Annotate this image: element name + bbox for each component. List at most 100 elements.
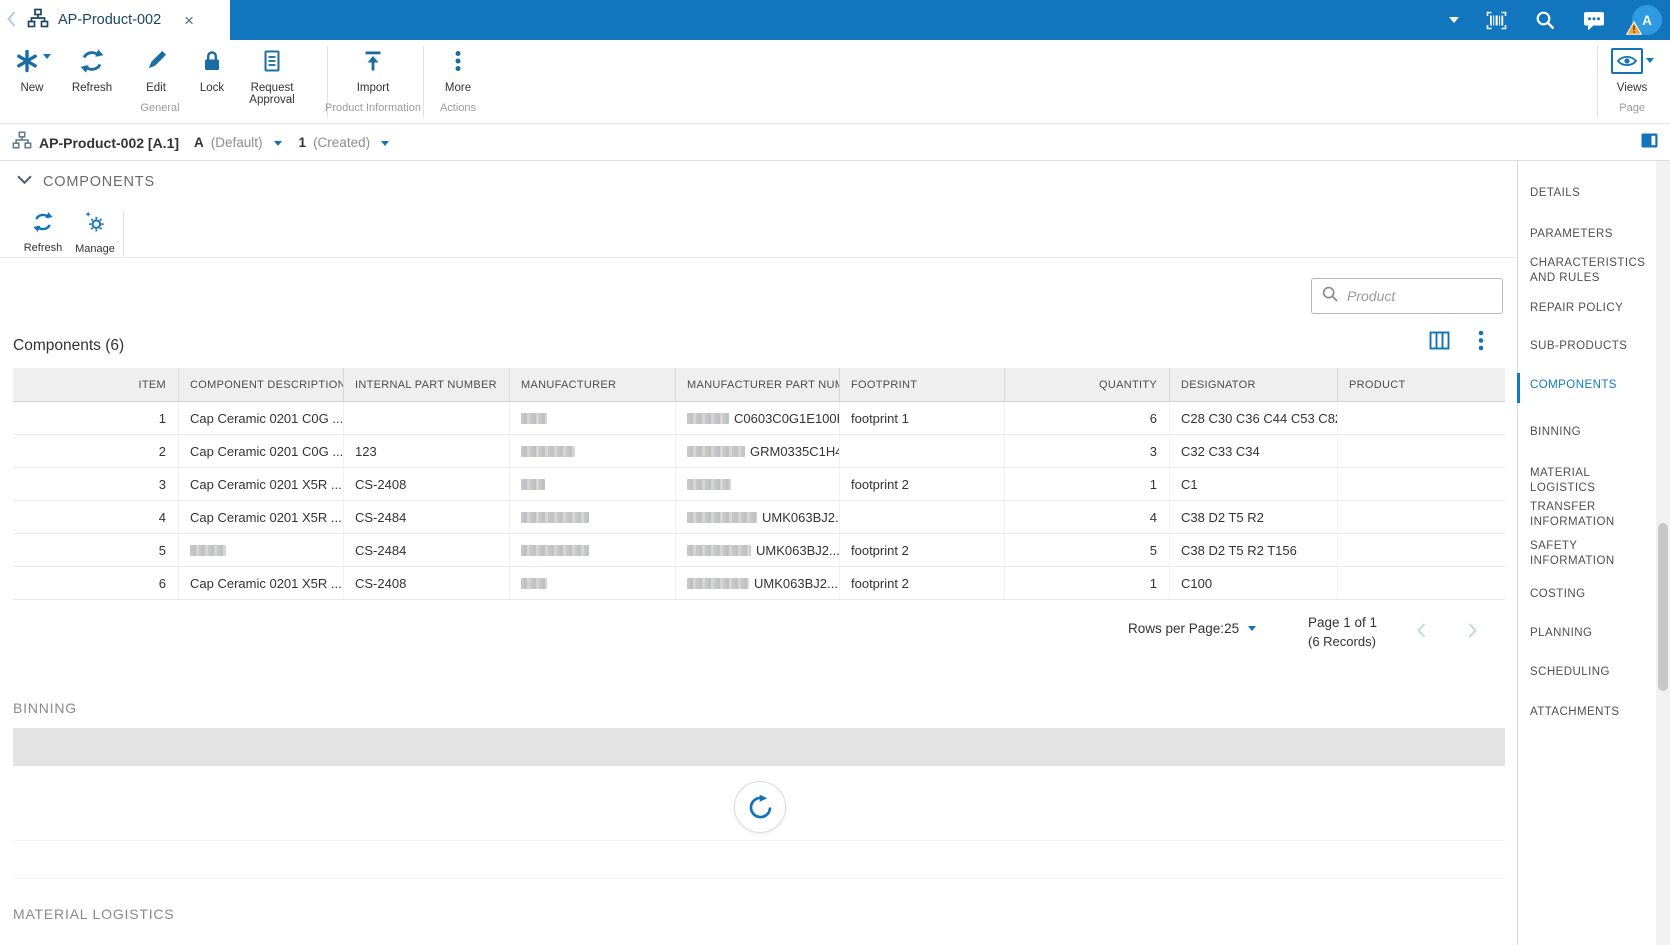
table-cell: 3 bbox=[13, 468, 179, 500]
table-cell bbox=[510, 567, 676, 599]
sidebar-item-planning[interactable]: PLANNING bbox=[1518, 626, 1650, 641]
chat-icon[interactable] bbox=[1582, 9, 1606, 32]
page-prev-icon[interactable] bbox=[1415, 621, 1428, 645]
components-refresh-button[interactable]: Refresh bbox=[17, 211, 69, 254]
sidebar-item-binning[interactable]: BINNING bbox=[1518, 425, 1650, 440]
more-button[interactable]: More bbox=[432, 48, 484, 94]
sidebar-item-costing[interactable]: COSTING bbox=[1518, 587, 1650, 602]
redacted-text bbox=[521, 512, 589, 524]
table-cell: 3 bbox=[1005, 435, 1170, 467]
page-info: Page 1 of 1 (6 Records) bbox=[1308, 613, 1377, 651]
col-internal-part-number[interactable]: INTERNAL PART NUMBER bbox=[344, 368, 510, 401]
table-cell: Cap Ceramic 0201 C0G ... bbox=[179, 402, 344, 434]
col-footprint[interactable]: FOOTPRINT bbox=[840, 368, 1005, 401]
components-section-header[interactable]: COMPONENTS bbox=[16, 173, 155, 191]
sidebar-item-details[interactable]: DETAILS bbox=[1518, 186, 1650, 201]
scrollbar-thumb[interactable] bbox=[1658, 523, 1668, 691]
eye-icon bbox=[1610, 48, 1643, 74]
col-item[interactable]: ITEM bbox=[13, 368, 179, 401]
sidebar-item-parameters[interactable]: PARAMETERS bbox=[1518, 227, 1650, 242]
table-cell: UMK063BJ2... bbox=[676, 567, 840, 599]
tab-close-icon[interactable]: × bbox=[184, 12, 194, 29]
revision-value: A bbox=[194, 135, 204, 150]
document-icon bbox=[259, 48, 285, 79]
table-cell: UMK063BJ2... bbox=[676, 534, 840, 566]
components-manage-label: Manage bbox=[75, 243, 115, 255]
table-row[interactable]: 6 Cap Ceramic 0201 X5R ... CS-2408 UMK063BJ… bbox=[13, 567, 1505, 600]
views-label: Views bbox=[1616, 82, 1648, 94]
sidebar-item-transfer-information[interactable]: TRANSFER INFORMATION bbox=[1518, 500, 1650, 530]
version-dropdown-caret[interactable] bbox=[381, 141, 390, 146]
lock-icon bbox=[199, 48, 225, 79]
revision-state: (Default) bbox=[210, 135, 263, 150]
search-input[interactable] bbox=[1347, 288, 1487, 304]
tab-title: AP-Product-002 bbox=[58, 12, 162, 28]
table-row[interactable]: 2Cap Ceramic 0201 C0G ...123 GRM0335C1H4.… bbox=[13, 435, 1505, 468]
table-row[interactable]: 3 Cap Ceramic 0201 X5R ... CS-2408 footprin… bbox=[13, 468, 1505, 501]
sidebar-item-scheduling[interactable]: SCHEDULING bbox=[1518, 665, 1650, 680]
request-approval-button[interactable]: Request Approval bbox=[242, 48, 302, 106]
table-cell bbox=[510, 468, 676, 500]
lock-button[interactable]: Lock bbox=[188, 48, 236, 94]
col-manufacturer[interactable]: MANUFACTURER bbox=[510, 368, 676, 401]
more-label: More bbox=[444, 82, 472, 94]
edit-button[interactable]: Edit bbox=[132, 48, 180, 94]
table-cell: 1 bbox=[13, 402, 179, 434]
panel-toggle-icon[interactable] bbox=[1641, 133, 1658, 153]
toolbar-separator bbox=[123, 211, 124, 257]
rows-per-page[interactable]: Rows per Page:25 bbox=[1128, 621, 1257, 636]
ribbon: New Refresh Edit Lock Request Approval I… bbox=[0, 40, 1670, 124]
redacted-text bbox=[687, 479, 731, 491]
page-next-icon[interactable] bbox=[1466, 621, 1479, 645]
table-row[interactable]: 4 Cap Ceramic 0201 X5R ... CS-2484 UMK063BJ… bbox=[13, 501, 1505, 534]
columns-icon[interactable] bbox=[1429, 331, 1450, 355]
refresh-button[interactable]: Refresh bbox=[66, 48, 118, 94]
table-cell: 4 bbox=[13, 501, 179, 533]
search-icon[interactable] bbox=[1534, 9, 1556, 31]
new-button[interactable]: New bbox=[8, 48, 56, 94]
views-caret-icon bbox=[1645, 58, 1654, 63]
redacted-text bbox=[687, 545, 751, 557]
table-cell bbox=[179, 534, 344, 566]
gear-icon bbox=[84, 211, 107, 238]
refresh-icon bbox=[79, 48, 105, 79]
search-icon bbox=[1321, 285, 1339, 308]
sidebar-item-attachments[interactable]: ATTACHMENTS bbox=[1518, 705, 1650, 720]
import-button[interactable]: Import bbox=[344, 48, 402, 94]
loading-spinner bbox=[734, 781, 786, 833]
col-designator[interactable]: DESIGNATOR bbox=[1170, 368, 1338, 401]
vertical-scrollbar[interactable] bbox=[1656, 161, 1670, 945]
sidebar-item-components[interactable]: COMPONENTS bbox=[1517, 373, 1650, 403]
sidebar-item-characteristics-and-rules[interactable]: CHARACTERISTICS AND RULES bbox=[1518, 256, 1650, 286]
breadcrumb-product-title: AP-Product-002 [A.1] bbox=[39, 134, 180, 151]
table-header[interactable]: ITEM COMPONENT DESCRIPTION INTERNAL PART… bbox=[13, 368, 1505, 402]
table-cell bbox=[1338, 468, 1505, 500]
table-row[interactable]: 5 CS-2484 UMK063BJ2... footprint 2 5 C38 D2 T… bbox=[13, 534, 1505, 567]
sidebar-item-safety-information[interactable]: SAFETY INFORMATION bbox=[1518, 539, 1650, 569]
components-manage-button[interactable]: Manage bbox=[69, 211, 121, 255]
side-nav: DETAILS PARAMETERS CHARACTERISTICS AND RULE… bbox=[1517, 161, 1656, 945]
barcode-icon[interactable] bbox=[1485, 9, 1508, 32]
avatar[interactable]: A bbox=[1625, 5, 1662, 35]
pencil-icon bbox=[143, 48, 169, 79]
back-chevron-icon[interactable] bbox=[0, 5, 22, 35]
views-button[interactable]: Views bbox=[1606, 48, 1658, 94]
col-component-description[interactable]: COMPONENT DESCRIPTION bbox=[179, 368, 344, 401]
table-row[interactable]: 1Cap Ceramic 0201 C0G ... C0603C0G1E100D0… bbox=[13, 402, 1505, 435]
sidebar-item-material-logistics[interactable]: MATERIAL LOGISTICS bbox=[1518, 466, 1650, 496]
revision-dropdown-caret[interactable] bbox=[273, 141, 282, 146]
product-tab[interactable]: AP-Product-002 × bbox=[22, 0, 230, 40]
table-cell: 5 bbox=[1005, 534, 1170, 566]
components-table: ITEM COMPONENT DESCRIPTION INTERNAL PART… bbox=[13, 368, 1505, 600]
col-manufacturer-part-number[interactable]: MANUFACTURER PART NUM... bbox=[676, 368, 840, 401]
col-product[interactable]: PRODUCT bbox=[1338, 368, 1505, 401]
table-cell: footprint 2 bbox=[840, 468, 1005, 500]
sidebar-item-sub-products[interactable]: SUB-PRODUCTS bbox=[1518, 339, 1650, 354]
table-menu-kebab-icon[interactable] bbox=[1477, 329, 1485, 357]
redacted-text bbox=[521, 446, 575, 458]
redacted-text bbox=[687, 512, 757, 524]
col-quantity[interactable]: QUANTITY bbox=[1005, 368, 1170, 401]
topbar-dropdown-caret-icon[interactable] bbox=[1449, 17, 1459, 23]
sidebar-item-repair-policy[interactable]: REPAIR POLICY bbox=[1518, 301, 1650, 316]
table-cell: 1 bbox=[1005, 468, 1170, 500]
